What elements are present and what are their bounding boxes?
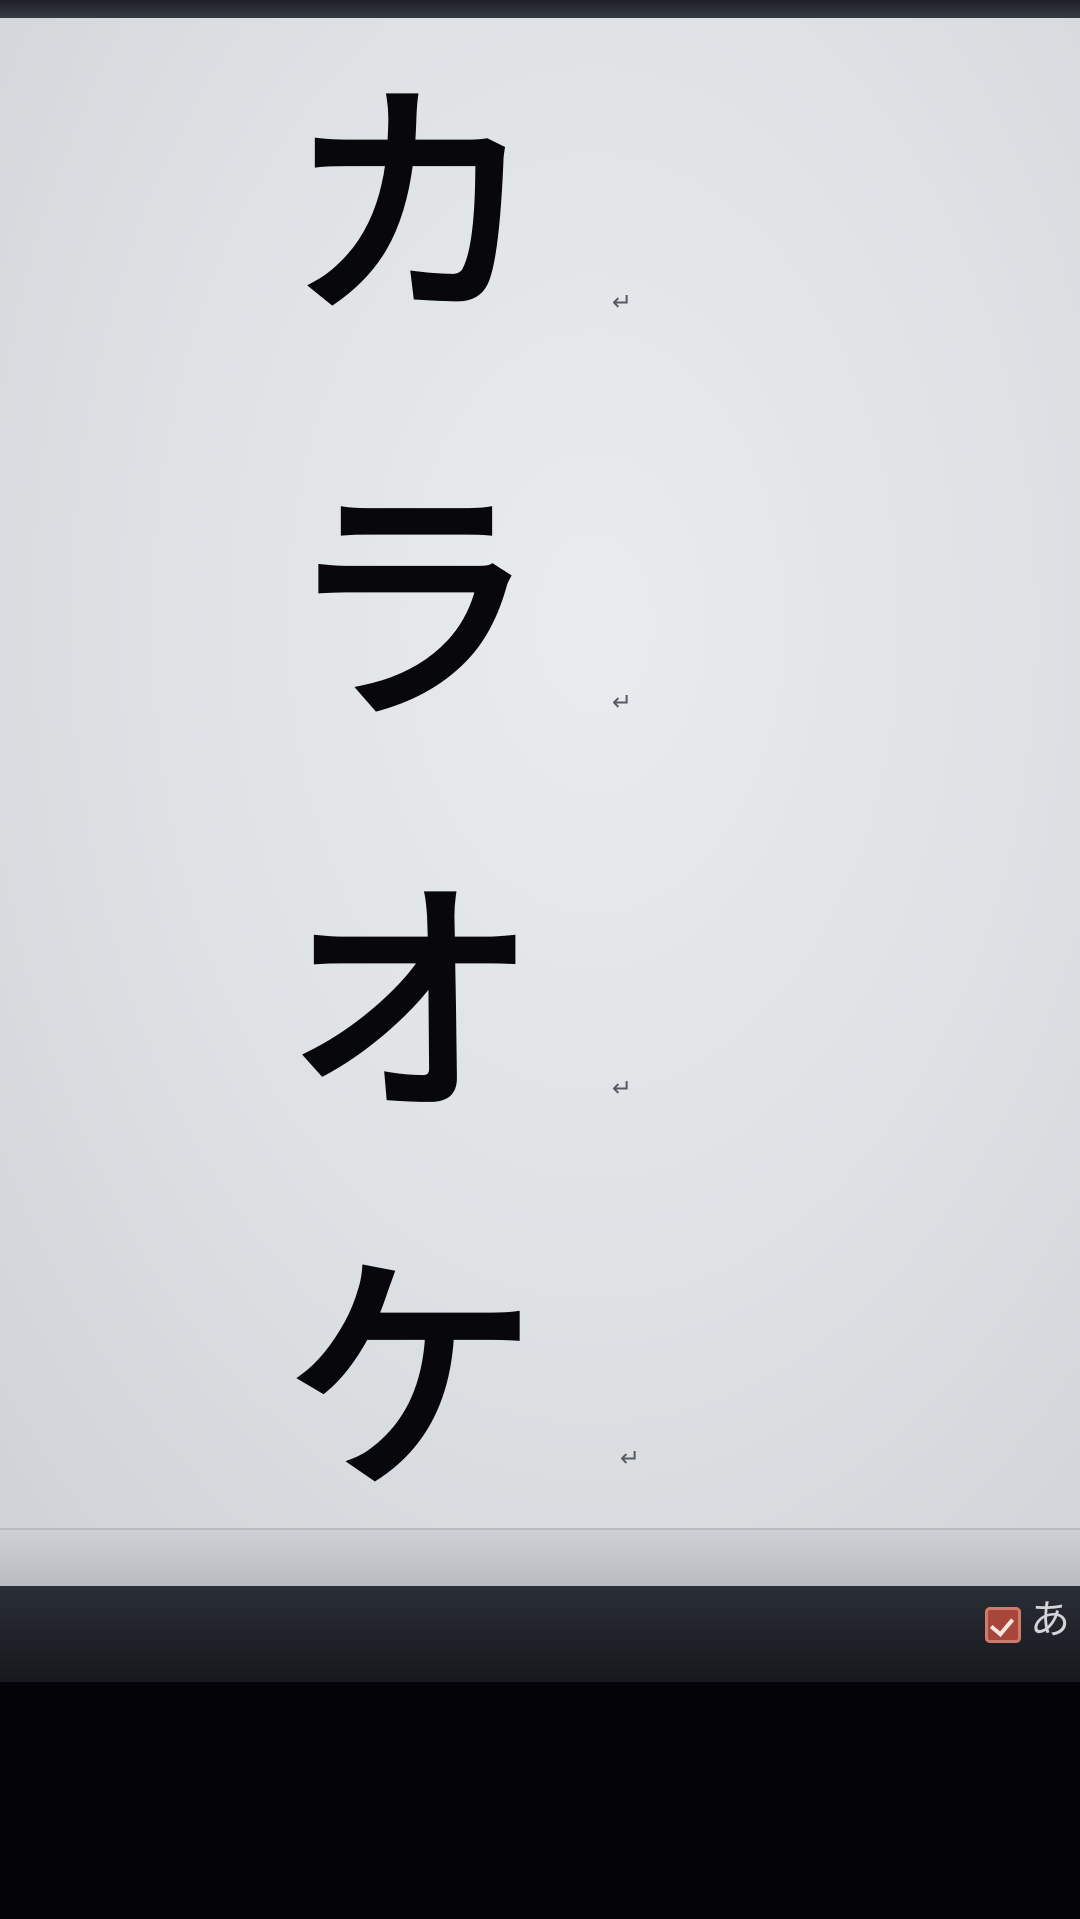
monitor-bezel [0,1682,1080,1919]
ime-mode-indicator[interactable]: あ [1030,1598,1070,1642]
checkmark-pen-icon[interactable] [985,1607,1021,1643]
paragraph-mark: ↵ [612,688,633,716]
katakana-ke: ケ [287,1235,537,1526]
katakana-o: オ [287,859,537,1150]
paragraph-mark: ↵ [612,1074,633,1102]
top-bezel [0,0,1080,20]
screen: カ ↵ ラ ↵ オ ↵ ケ ↵ あ [0,0,1080,1919]
window-bottom-margin [0,1530,1080,1586]
taskbar [0,1586,1080,1682]
katakana-ka: カ [287,62,537,353]
document-page[interactable]: カ ↵ ラ ↵ オ ↵ ケ ↵ [0,18,1080,1530]
katakana-ra: ラ [287,465,537,756]
paragraph-mark: ↵ [612,288,633,316]
paragraph-mark: ↵ [620,1444,641,1472]
